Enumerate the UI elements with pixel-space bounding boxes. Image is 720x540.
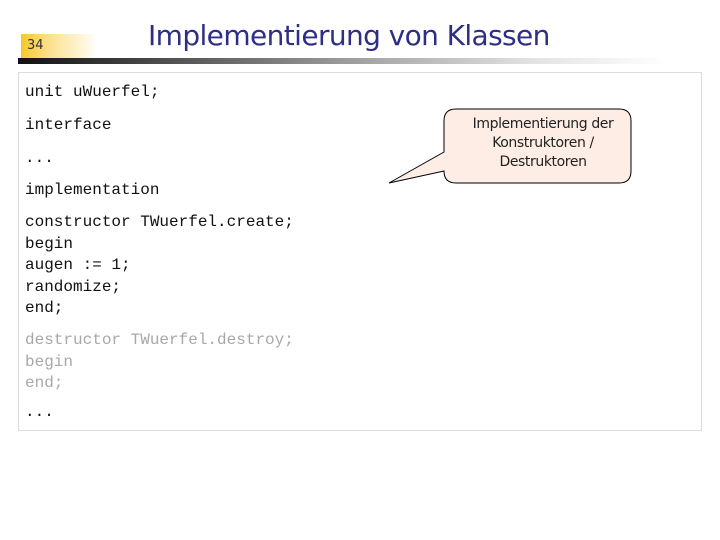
- code-constructor-line: end;: [25, 299, 64, 317]
- callout-text: Implementierung der Konstruktoren / Dest…: [450, 115, 636, 172]
- code-destructor-line: begin: [25, 352, 74, 371]
- callout-line: Implementierung der: [472, 116, 614, 132]
- title-divider: [18, 58, 668, 64]
- code-ellipsis: ...: [25, 403, 54, 421]
- code-implementation-line: implementation: [25, 181, 160, 199]
- slide-title: Implementierung von Klassen: [148, 19, 550, 52]
- code-destructor-line: end;: [25, 374, 64, 392]
- code-ellipsis: ...: [25, 149, 54, 167]
- callout-line: Destruktoren: [499, 154, 587, 170]
- code-constructor-line: begin: [25, 234, 74, 253]
- code-destructor-line: destructor TWuerfel.destroy;: [25, 331, 294, 349]
- code-constructor-line: randomize;: [25, 277, 122, 296]
- code-unit-line: unit uWuerfel;: [25, 83, 160, 101]
- code-interface-line: interface: [25, 116, 112, 134]
- code-constructor-line: constructor TWuerfel.create;: [25, 213, 294, 231]
- callout-line: Konstruktoren /: [492, 135, 594, 151]
- slide-number: 34: [27, 38, 44, 53]
- code-constructor-line: augen := 1;: [25, 256, 131, 274]
